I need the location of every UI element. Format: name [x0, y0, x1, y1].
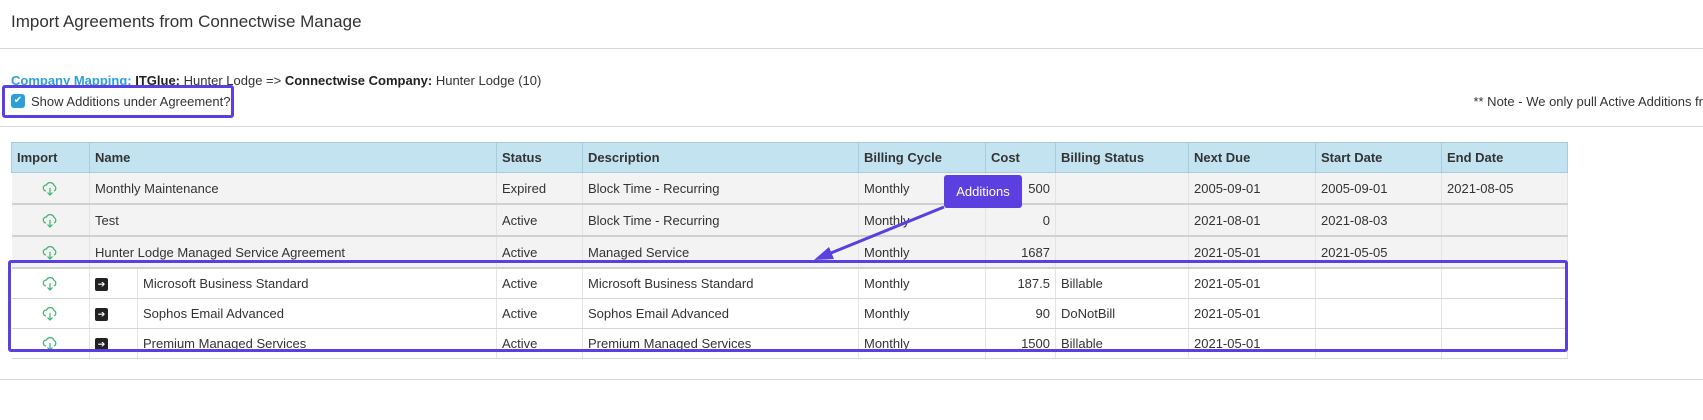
- addition-name: Sophos Email Advanced: [137, 298, 497, 329]
- agreement-status: Expired: [496, 172, 583, 205]
- import-cell[interactable]: [11, 298, 90, 329]
- agreement-row[interactable]: Monthly Maintenance Expired Block Time -…: [11, 172, 1568, 205]
- agreement-status: Active: [496, 204, 583, 237]
- addition-cost: 187.5: [985, 268, 1056, 299]
- agreement-cost: 1687: [985, 236, 1056, 269]
- addition-next-due: 2021-05-01: [1188, 298, 1316, 329]
- agreement-cost: 0: [985, 204, 1056, 237]
- column-header-name[interactable]: Name: [89, 142, 497, 173]
- agreement-name: Monthly Maintenance: [89, 172, 497, 205]
- addition-marker-cell: ➔: [89, 328, 138, 359]
- import-cell[interactable]: [11, 268, 90, 299]
- addition-billing-status: Billable: [1055, 328, 1189, 359]
- addition-description: Sophos Email Advanced: [582, 298, 859, 329]
- agreement-description: Block Time - Recurring: [582, 172, 859, 205]
- addition-end-date: [1441, 328, 1568, 359]
- addition-description: Premium Managed Services: [582, 328, 859, 359]
- additions-callout: Additions: [944, 175, 1022, 208]
- agreement-end-date: 2021-08-05: [1441, 172, 1568, 205]
- addition-billing-cycle: Monthly: [858, 328, 986, 359]
- agreement-end-date: [1441, 236, 1568, 269]
- addition-description: Microsoft Business Standard: [582, 268, 859, 299]
- options-divider: [0, 126, 1703, 127]
- agreement-billing-status: [1055, 236, 1189, 269]
- connectwise-company-label: Connectwise Company:: [284, 73, 433, 88]
- agreement-start-date: 2021-05-05: [1315, 236, 1442, 269]
- agreement-row[interactable]: Test Active Block Time - Recurring Month…: [11, 204, 1568, 237]
- addition-status: Active: [496, 298, 583, 329]
- import-cell[interactable]: [11, 236, 90, 269]
- cloud-download-icon[interactable]: [42, 181, 58, 196]
- checkmark-icon: ✔: [13, 95, 23, 106]
- addition-cost: 1500: [985, 328, 1056, 359]
- addition-row[interactable]: ➔ Sophos Email Advanced Active Sophos Em…: [11, 298, 1568, 329]
- arrow-right-box-icon: ➔: [95, 278, 108, 292]
- addition-end-date: [1441, 298, 1568, 329]
- column-header-cost[interactable]: Cost: [985, 142, 1056, 173]
- agreement-billing-cycle: Monthly: [858, 204, 986, 237]
- agreements-table: Import Name Status Description Billing C…: [11, 142, 1568, 359]
- addition-cost: 90: [985, 298, 1056, 329]
- addition-next-due: 2021-05-01: [1188, 268, 1316, 299]
- addition-start-date: [1315, 328, 1442, 359]
- addition-status: Active: [496, 268, 583, 299]
- addition-start-date: [1315, 298, 1442, 329]
- connectwise-company-value: Hunter Lodge (10): [435, 73, 542, 88]
- agreement-name: Test: [89, 204, 497, 237]
- arrow-right-box-icon: ➔: [95, 338, 108, 352]
- addition-name: Premium Managed Services: [137, 328, 497, 359]
- agreement-start-date: 2021-08-03: [1315, 204, 1442, 237]
- column-header-start-date[interactable]: Start Date: [1315, 142, 1442, 173]
- agreement-description: Managed Service: [582, 236, 859, 269]
- addition-name: Microsoft Business Standard: [137, 268, 497, 299]
- column-header-import[interactable]: Import: [11, 142, 90, 173]
- additions-note: ** Note - We only pull Active Additions …: [1473, 94, 1703, 109]
- cloud-download-icon[interactable]: [42, 245, 58, 260]
- addition-row[interactable]: ➔ Microsoft Business Standard Active Mic…: [11, 268, 1568, 299]
- agreement-name: Hunter Lodge Managed Service Agreement: [89, 236, 497, 269]
- import-cell[interactable]: [11, 204, 90, 237]
- addition-start-date: [1315, 268, 1442, 299]
- addition-billing-status: Billable: [1055, 268, 1189, 299]
- column-header-description[interactable]: Description: [582, 142, 859, 173]
- agreement-next-due: 2021-08-01: [1188, 204, 1316, 237]
- addition-status: Active: [496, 328, 583, 359]
- agreement-billing-status: [1055, 204, 1189, 237]
- cloud-download-icon[interactable]: [42, 307, 58, 322]
- import-cell[interactable]: [11, 172, 90, 205]
- arrow-right-box-icon: ➔: [95, 308, 108, 322]
- table-header-row: Import Name Status Description Billing C…: [11, 142, 1568, 173]
- cloud-download-icon[interactable]: [42, 277, 58, 292]
- cloud-download-icon[interactable]: [42, 337, 58, 352]
- addition-next-due: 2021-05-01: [1188, 328, 1316, 359]
- footer-divider: [0, 379, 1703, 380]
- column-header-next-due[interactable]: Next Due: [1188, 142, 1316, 173]
- column-header-billing-cycle[interactable]: Billing Cycle: [858, 142, 986, 173]
- agreement-status: Active: [496, 236, 583, 269]
- addition-billing-status: DoNotBill: [1055, 298, 1189, 329]
- addition-row[interactable]: ➔ Premium Managed Services Active Premiu…: [11, 328, 1568, 359]
- agreement-next-due: 2021-05-01: [1188, 236, 1316, 269]
- import-cell[interactable]: [11, 328, 90, 359]
- agreement-row[interactable]: Hunter Lodge Managed Service Agreement A…: [11, 236, 1568, 269]
- addition-marker-cell: ➔: [89, 268, 138, 299]
- column-header-billing-status[interactable]: Billing Status: [1055, 142, 1189, 173]
- title-divider: [0, 48, 1703, 49]
- addition-billing-cycle: Monthly: [858, 268, 986, 299]
- show-additions-label[interactable]: Show Additions under Agreement?: [31, 94, 230, 109]
- addition-end-date: [1441, 268, 1568, 299]
- agreement-end-date: [1441, 204, 1568, 237]
- page-title: Import Agreements from Connectwise Manag…: [11, 12, 362, 31]
- addition-billing-cycle: Monthly: [858, 298, 986, 329]
- addition-marker-cell: ➔: [89, 298, 138, 329]
- cloud-download-icon[interactable]: [42, 213, 58, 228]
- agreement-next-due: 2005-09-01: [1188, 172, 1316, 205]
- column-header-end-date[interactable]: End Date: [1441, 142, 1568, 173]
- agreement-description: Block Time - Recurring: [582, 204, 859, 237]
- agreement-start-date: 2005-09-01: [1315, 172, 1442, 205]
- agreement-billing-cycle: Monthly: [858, 236, 986, 269]
- agreement-billing-status: [1055, 172, 1189, 205]
- column-header-status[interactable]: Status: [496, 142, 583, 173]
- show-additions-checkbox[interactable]: ✔: [11, 94, 25, 108]
